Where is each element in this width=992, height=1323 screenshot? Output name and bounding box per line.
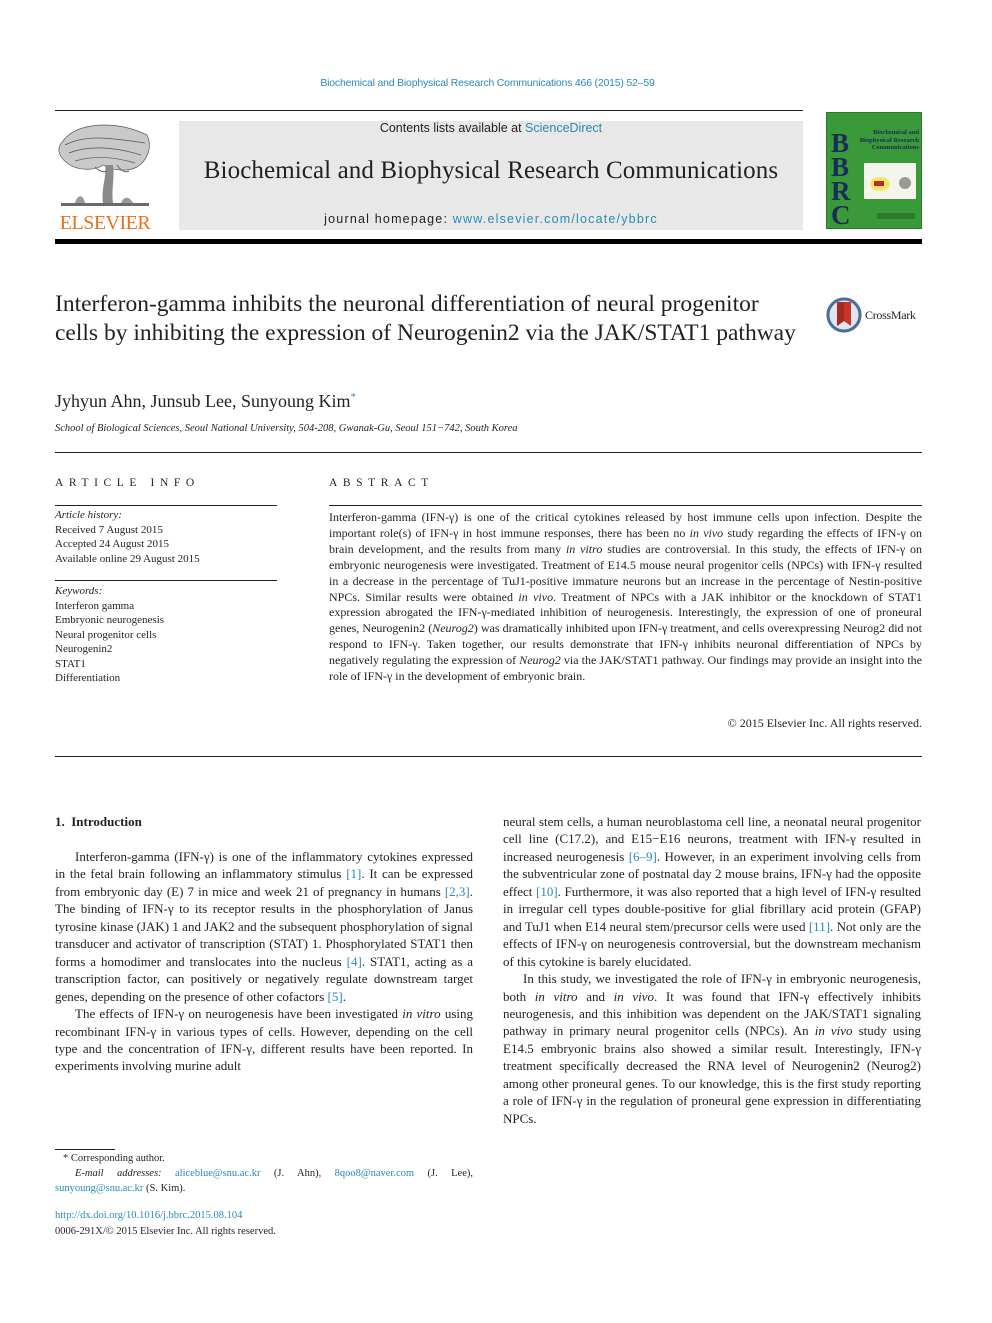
journal-masthead: Contents lists available at ScienceDirec… <box>179 121 803 230</box>
divider-rule <box>55 452 922 453</box>
italic-term: Neurog2 <box>432 621 474 636</box>
journal-citation[interactable]: Biochemical and Biophysical Research Com… <box>0 77 975 89</box>
italic-term: in vitro <box>534 988 578 1004</box>
email-link-lee[interactable]: 8qoo8@naver.com <box>335 1168 414 1179</box>
reference-link[interactable]: [2,3] <box>445 884 470 899</box>
keywords-rule <box>55 580 277 581</box>
footnote-rule <box>55 1149 115 1150</box>
header-thick-rule <box>55 239 922 244</box>
intro-paragraph: Interferon-gamma (IFN-γ) is one of the i… <box>55 848 473 1005</box>
cover-title: Biochemical and Biophysical Research Com… <box>859 129 919 151</box>
authors-names: Jyhyun Ahn, Junsub Lee, Sunyoung Kim <box>55 391 351 411</box>
reference-link[interactable]: [4] <box>347 954 362 969</box>
contents-prefix: Contents lists available at <box>379 121 526 135</box>
email-owner: (J. Ahn), <box>273 1168 322 1179</box>
divider-rule <box>55 756 922 757</box>
cover-footer <box>877 213 915 219</box>
homepage-link[interactable]: www.elsevier.com/locate/ybbrc <box>453 212 658 226</box>
author-affiliation: School of Biological Sciences, Seoul Nat… <box>55 423 518 434</box>
issn-copyright: 0006-291X/© 2015 Elsevier Inc. All right… <box>55 1226 276 1237</box>
homepage-prefix: journal homepage: <box>324 212 453 226</box>
intro-paragraph: neural stem cells, a human neuroblastoma… <box>503 813 921 970</box>
header-top-rule <box>55 110 803 111</box>
article-title: Interferon-gamma inhibits the neuronal d… <box>55 291 796 346</box>
journal-cover-thumbnail[interactable]: B B R C Biochemical and Biophysical Rese… <box>826 112 922 229</box>
abstract-rule <box>329 505 922 506</box>
keyword-item: Embryonic neurogenesis <box>55 614 165 626</box>
reference-link[interactable]: [10] <box>536 884 558 899</box>
crossmark-button[interactable]: CrossMark <box>825 296 916 334</box>
keyword-item: Differentiation <box>55 672 121 684</box>
italic-term: in vivo <box>689 525 724 540</box>
introduction-column-right: neural stem cells, a human neuroblastoma… <box>503 813 921 1127</box>
article-info-heading: ARTICLE INFO <box>55 477 200 489</box>
keyword-item: Interferon gamma <box>55 599 135 612</box>
corresponding-author-mark[interactable]: * <box>351 391 357 403</box>
reference-link[interactable]: [5] <box>328 989 343 1004</box>
email-link-ahn[interactable]: aliceblue@snu.ac.kr <box>175 1168 260 1179</box>
elsevier-wordmark: ELSEVIER <box>59 212 151 234</box>
elsevier-logo[interactable]: ELSEVIER <box>55 117 155 235</box>
intro-paragraph: The effects of IFN-γ on neurogenesis hav… <box>55 1005 473 1075</box>
article-info-rule <box>55 505 277 506</box>
italic-term: Neurog2 <box>519 653 561 668</box>
text-run: and <box>577 988 614 1004</box>
elsevier-tree-icon <box>58 124 150 206</box>
cover-figure <box>864 163 916 199</box>
keyword-item: Neurogenin2 <box>55 643 113 655</box>
reference-link[interactable]: [6–9] <box>629 849 657 864</box>
text-run: The effects of IFN-γ on neurogenesis hav… <box>75 1006 403 1022</box>
reference-link[interactable]: [1] <box>346 866 361 881</box>
keywords-label: Keywords: <box>55 585 103 597</box>
history-online: Available online 29 August 2015 <box>55 552 200 565</box>
abstract-text: Interferon-gamma (IFN-γ) is one of the c… <box>329 510 922 685</box>
keywords-list: Keywords: Interferon gamma Embryonic neu… <box>55 584 164 686</box>
article-history: Article history: Received 7 August 2015 … <box>55 508 200 566</box>
crossmark-label: CrossMark <box>865 307 916 322</box>
italic-term: in vivo <box>814 1023 853 1039</box>
email-owner: (S. Kim). <box>146 1183 186 1194</box>
text-run: . <box>342 988 346 1004</box>
cover-bbrc-letters: B B R C <box>831 128 851 229</box>
keyword-item: STAT1 <box>55 657 86 670</box>
text-run: study using E14.5 embryonic brains also … <box>503 1023 922 1126</box>
journal-homepage: journal homepage: www.elsevier.com/locat… <box>179 212 803 226</box>
email-footnote: E-mail addresses: aliceblue@snu.ac.kr (J… <box>55 1166 473 1196</box>
italic-term: in vitro <box>402 1006 441 1022</box>
history-received: Received 7 August 2015 <box>55 523 163 536</box>
doi-link[interactable]: http://dx.doi.org/10.1016/j.bbrc.2015.08… <box>55 1210 242 1221</box>
email-link-kim[interactable]: sunyoung@snu.ac.kr <box>55 1183 143 1194</box>
journal-title: Biochemical and Biophysical Research Com… <box>203 157 779 184</box>
contents-line: Contents lists available at ScienceDirec… <box>179 121 803 135</box>
corresponding-author-footnote: * Corresponding author. <box>63 1153 165 1164</box>
intro-paragraph: In this study, we investigated the role … <box>503 970 921 1127</box>
italic-term: in vitro <box>565 541 603 556</box>
introduction-heading: 1. Introduction <box>55 814 142 829</box>
keyword-item: Neural progenitor cells <box>55 628 157 641</box>
history-label: Article history: <box>55 509 122 521</box>
abstract-heading: ABSTRACT <box>329 477 434 489</box>
crossmark-icon <box>826 297 862 333</box>
introduction-column-left: Interferon-gamma (IFN-γ) is one of the i… <box>55 848 473 1075</box>
email-owner: (J. Lee), <box>427 1168 473 1179</box>
abstract-copyright: © 2015 Elsevier Inc. All rights reserved… <box>727 716 922 730</box>
history-accepted: Accepted 24 August 2015 <box>55 538 169 550</box>
author-list: Jyhyun Ahn, Junsub Lee, Sunyoung Kim* <box>55 391 356 412</box>
reference-link[interactable]: [11] <box>809 919 830 934</box>
italic-term: in vivo <box>518 589 554 604</box>
italic-term: in vivo <box>613 988 654 1004</box>
sciencedirect-link[interactable]: ScienceDirect <box>525 121 602 135</box>
email-label: E-mail addresses: <box>75 1168 162 1179</box>
